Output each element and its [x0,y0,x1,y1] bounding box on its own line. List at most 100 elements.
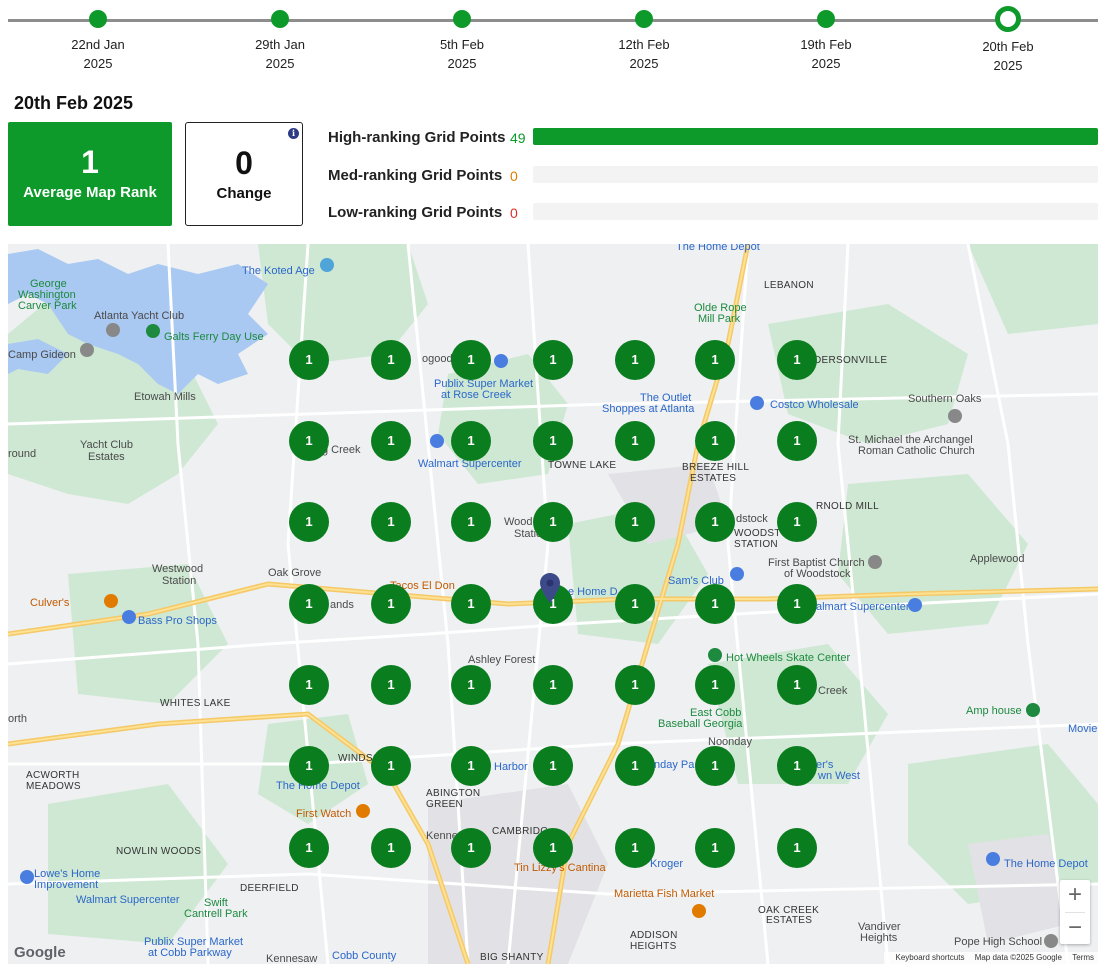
poi-marker-icon[interactable] [430,434,444,448]
grid-point-r6-c7[interactable]: 1 [777,746,817,786]
grid-point-r6-c1[interactable]: 1 [289,746,329,786]
grid-point-r2-c3[interactable]: 1 [451,421,491,461]
map-label[interactable]: at Rose Creek [441,389,511,401]
grid-point-r7-c5[interactable]: 1 [615,828,655,868]
map-label[interactable]: Costco Wholesale [770,399,859,411]
map-label[interactable]: at Cobb Parkway [148,947,232,959]
grid-point-r5-c6[interactable]: 1 [695,665,735,705]
map-label[interactable]: wn West [818,770,860,782]
poi-marker-icon[interactable] [1044,934,1058,948]
poi-marker-icon[interactable] [320,258,334,272]
grid-point-r7-c7[interactable]: 1 [777,828,817,868]
map-label[interactable]: Camp Gideon [8,349,76,361]
poi-marker-icon[interactable] [868,555,882,569]
timeline-item-5[interactable]: 19th Feb 2025 [771,10,881,73]
grid-point-r2-c7[interactable]: 1 [777,421,817,461]
poi-marker-icon[interactable] [356,804,370,818]
grid-point-r7-c6[interactable]: 1 [695,828,735,868]
grid-point-r1-c6[interactable]: 1 [695,340,735,380]
grid-point-r5-c2[interactable]: 1 [371,665,411,705]
google-map[interactable]: The Koted Age George Washington Carver P… [8,244,1098,964]
grid-point-r4-c7[interactable]: 1 [777,584,817,624]
poi-marker-icon[interactable] [908,598,922,612]
map-label[interactable]: The Home Depot [676,244,760,253]
poi-marker-icon[interactable] [80,343,94,357]
grid-point-r4-c6[interactable]: 1 [695,584,735,624]
poi-marker-icon[interactable] [146,324,160,338]
map-label[interactable]: Hot Wheels Skate Center [726,652,850,664]
grid-point-r1-c1[interactable]: 1 [289,340,329,380]
timeline-item-3[interactable]: 5th Feb 2025 [407,10,517,73]
map-label[interactable]: Amp house [966,705,1022,717]
grid-point-r3-c1[interactable]: 1 [289,502,329,542]
poi-marker-icon[interactable] [494,354,508,368]
timeline-dot[interactable] [817,10,835,28]
info-icon[interactable]: i [288,128,299,139]
map-label[interactable]: Atlanta Yacht Club [94,310,184,322]
grid-point-r2-c2[interactable]: 1 [371,421,411,461]
grid-point-r5-c3[interactable]: 1 [451,665,491,705]
grid-point-r6-c3[interactable]: 1 [451,746,491,786]
map-label[interactable]: almart Supercenter [816,601,910,613]
grid-point-r5-c7[interactable]: 1 [777,665,817,705]
grid-point-r5-c5[interactable]: 1 [615,665,655,705]
map-label[interactable]: Cobb County [332,950,396,962]
map-label[interactable]: The Koted Age [242,265,315,277]
grid-point-r3-c7[interactable]: 1 [777,502,817,542]
poi-marker-icon[interactable] [692,904,706,918]
grid-point-r3-c5[interactable]: 1 [615,502,655,542]
terms-link[interactable]: Terms [1072,953,1094,962]
map-label[interactable]: Culver's [30,597,69,609]
timeline-dot[interactable] [635,10,653,28]
map-label[interactable]: Walmart Supercenter [76,894,180,906]
grid-point-r1-c4[interactable]: 1 [533,340,573,380]
poi-marker-icon[interactable] [708,648,722,662]
grid-point-r7-c4[interactable]: 1 [533,828,573,868]
map-label[interactable]: Improvement [34,879,98,891]
grid-point-r4-c5[interactable]: 1 [615,584,655,624]
business-location-pin-icon[interactable] [540,573,560,603]
grid-point-r5-c4[interactable]: 1 [533,665,573,705]
poi-marker-icon[interactable] [948,409,962,423]
map-label[interactable]: Galts Ferry Day Use [164,331,264,343]
map-label[interactable]: e Home D [568,586,618,598]
map-label[interactable]: nday Pa [654,759,694,771]
map-label[interactable]: Movie [1068,723,1097,735]
zoom-out-button[interactable]: − [1060,913,1090,945]
grid-point-r1-c7[interactable]: 1 [777,340,817,380]
timeline-item-1[interactable]: 22nd Jan 2025 [43,10,153,73]
map-label[interactable]: Bass Pro Shops [138,615,217,627]
timeline-dot[interactable] [453,10,471,28]
poi-marker-icon[interactable] [20,870,34,884]
grid-point-r2-c1[interactable]: 1 [289,421,329,461]
timeline-dot-active[interactable] [995,6,1021,32]
grid-point-r1-c3[interactable]: 1 [451,340,491,380]
grid-point-r7-c3[interactable]: 1 [451,828,491,868]
grid-point-r6-c5[interactable]: 1 [615,746,655,786]
zoom-in-button[interactable]: + [1060,880,1090,912]
grid-point-r3-c4[interactable]: 1 [533,502,573,542]
map-label[interactable]: Kroger [650,858,683,870]
map-label[interactable]: Carver Park [18,300,77,312]
grid-point-r4-c2[interactable]: 1 [371,584,411,624]
grid-point-r4-c1[interactable]: 1 [289,584,329,624]
timeline-dot[interactable] [89,10,107,28]
poi-marker-icon[interactable] [986,852,1000,866]
poi-marker-icon[interactable] [122,610,136,624]
timeline-item-4[interactable]: 12th Feb 2025 [589,10,699,73]
map-label[interactable]: Mill Park [698,313,740,325]
map-label[interactable]: Cantrell Park [184,908,248,920]
map-label[interactable]: First Watch [296,808,351,820]
grid-point-r5-c1[interactable]: 1 [289,665,329,705]
grid-point-r2-c4[interactable]: 1 [533,421,573,461]
grid-point-r4-c3[interactable]: 1 [451,584,491,624]
map-label[interactable]: Harbor [494,761,528,773]
poi-marker-icon[interactable] [750,396,764,410]
timeline-item-2[interactable]: 29th Jan 2025 [225,10,335,73]
grid-point-r7-c2[interactable]: 1 [371,828,411,868]
timeline-item-6-active[interactable]: 20th Feb 2025 [953,6,1063,75]
poi-marker-icon[interactable] [104,594,118,608]
grid-point-r1-c2[interactable]: 1 [371,340,411,380]
grid-point-r6-c4[interactable]: 1 [533,746,573,786]
poi-marker-icon[interactable] [106,323,120,337]
